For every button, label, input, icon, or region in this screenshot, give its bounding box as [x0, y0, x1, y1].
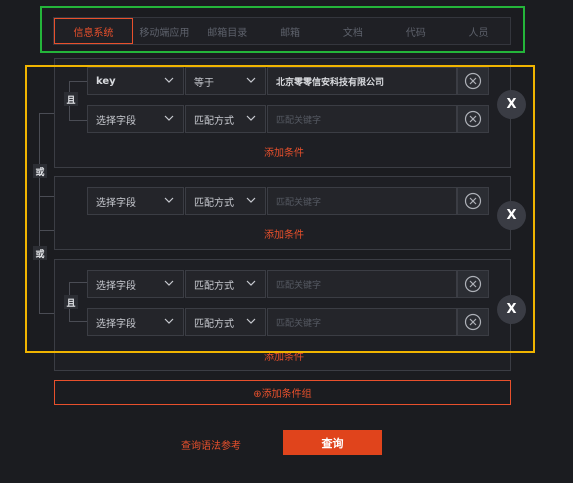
field-select-value: 选择字段: [96, 280, 136, 292]
or-badge-2: 或: [33, 246, 47, 260]
field-select[interactable]: 选择字段: [87, 105, 184, 133]
condition-row: 选择字段 匹配方式 匹配关键字: [87, 187, 489, 215]
operator-select[interactable]: 匹配方式: [185, 187, 266, 215]
tab-email[interactable]: 邮箱: [259, 18, 322, 44]
keyword-input[interactable]: 匹配关键字: [267, 105, 457, 133]
condition-group-1: 且 key 等于 北京零零信安科技有限公司 选择字段 匹配方式 匹配关键字 添加…: [54, 58, 511, 168]
clear-condition-button[interactable]: [457, 308, 489, 336]
condition-group-2: 选择字段 匹配方式 匹配关键字 添加条件: [54, 176, 511, 250]
remove-group-button[interactable]: X: [497, 201, 526, 230]
field-select[interactable]: 选择字段: [87, 187, 184, 215]
field-select-value: 选择字段: [96, 115, 136, 127]
condition-row: 选择字段 匹配方式 匹配关键字: [87, 308, 489, 336]
chevron-down-icon: [246, 318, 256, 324]
operator-select-value: 匹配方式: [194, 280, 234, 292]
add-condition-link[interactable]: 添加条件: [264, 144, 304, 159]
condition-group-3: 且 选择字段 匹配方式 匹配关键字 选择字段 匹配方式 匹配关键字 添加条件: [54, 259, 511, 371]
operator-select[interactable]: 匹配方式: [185, 270, 266, 298]
and-badge: 且: [64, 92, 78, 106]
tab-documents[interactable]: 文档: [321, 18, 384, 44]
and-badge: 且: [64, 295, 78, 309]
operator-select-value: 匹配方式: [194, 318, 234, 330]
add-condition-link[interactable]: 添加条件: [264, 348, 304, 363]
keyword-input[interactable]: 匹配关键字: [267, 270, 457, 298]
condition-row: 选择字段 匹配方式 匹配关键字: [87, 105, 489, 133]
chevron-down-icon: [164, 280, 174, 286]
remove-group-button[interactable]: X: [497, 295, 526, 324]
field-select[interactable]: 选择字段: [87, 270, 184, 298]
keyword-input[interactable]: 匹配关键字: [267, 308, 457, 336]
condition-row: 选择字段 匹配方式 匹配关键字: [87, 270, 489, 298]
field-select-value: 选择字段: [96, 197, 136, 209]
close-circle-icon: [464, 275, 482, 293]
operator-select-value: 匹配方式: [194, 115, 234, 127]
remove-group-button[interactable]: X: [497, 90, 526, 119]
field-select[interactable]: 选择字段: [87, 308, 184, 336]
chevron-down-icon: [164, 318, 174, 324]
tab-info-system[interactable]: 信息系统: [54, 18, 133, 44]
clear-condition-button[interactable]: [457, 105, 489, 133]
close-circle-icon: [464, 110, 482, 128]
or-badge-1: 或: [33, 164, 47, 178]
clear-condition-button[interactable]: [457, 67, 489, 95]
chevron-down-icon: [164, 197, 174, 203]
chevron-down-icon: [246, 77, 256, 83]
category-tabs: 信息系统 移动端应用 邮箱目录 邮箱 文档 代码 人员: [53, 17, 511, 45]
add-condition-link[interactable]: 添加条件: [264, 226, 304, 241]
field-select-value: 选择字段: [96, 318, 136, 330]
close-circle-icon: [464, 192, 482, 210]
field-select[interactable]: key: [87, 67, 184, 95]
operator-select[interactable]: 匹配方式: [185, 308, 266, 336]
close-circle-icon: [464, 72, 482, 90]
keyword-input[interactable]: 匹配关键字: [267, 187, 457, 215]
query-builder: 信息系统 移动端应用 邮箱目录 邮箱 文档 代码 人员 或 或 且 key 等于…: [0, 0, 573, 483]
clear-condition-button[interactable]: [457, 187, 489, 215]
chevron-down-icon: [164, 115, 174, 121]
chevron-down-icon: [246, 280, 256, 286]
tab-mail-directory[interactable]: 邮箱目录: [196, 18, 259, 44]
condition-row: key 等于 北京零零信安科技有限公司: [87, 67, 489, 95]
syntax-reference-link[interactable]: 查询语法参考: [181, 437, 241, 452]
tab-mobile-apps[interactable]: 移动端应用: [133, 18, 196, 44]
tab-code[interactable]: 代码: [384, 18, 447, 44]
close-circle-icon: [464, 313, 482, 331]
tab-people[interactable]: 人员: [447, 18, 510, 44]
operator-select-value: 等于: [194, 77, 214, 89]
chevron-down-icon: [246, 115, 256, 121]
clear-condition-button[interactable]: [457, 270, 489, 298]
field-select-value: key: [96, 75, 116, 87]
operator-select[interactable]: 匹配方式: [185, 105, 266, 133]
operator-select-value: 匹配方式: [194, 197, 234, 209]
operator-select[interactable]: 等于: [185, 67, 266, 95]
chevron-down-icon: [164, 77, 174, 83]
chevron-down-icon: [246, 197, 256, 203]
query-button[interactable]: 查询: [283, 430, 382, 455]
add-condition-group-button[interactable]: ⊕添加条件组: [54, 380, 511, 405]
keyword-input[interactable]: 北京零零信安科技有限公司: [267, 67, 457, 95]
